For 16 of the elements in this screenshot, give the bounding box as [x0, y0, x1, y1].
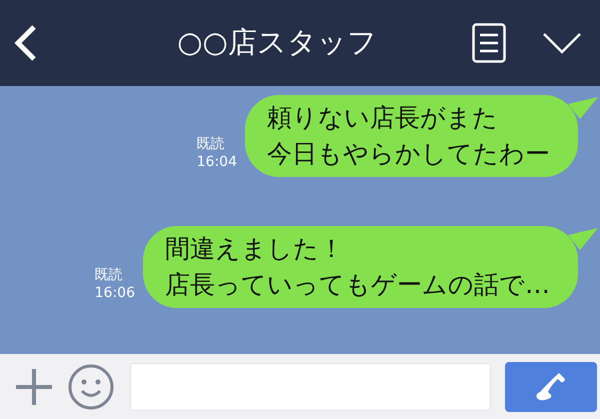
chat-title: ○○店スタッフ	[176, 24, 378, 61]
call-button[interactable]	[505, 362, 597, 412]
message-text: 今日もやらかしてたわー	[267, 138, 550, 170]
plus-icon[interactable]	[14, 366, 54, 406]
message-time: 16:04	[196, 153, 237, 171]
smiley-icon[interactable]	[68, 364, 114, 410]
back-icon[interactable]	[14, 24, 38, 62]
read-receipt: 既読	[94, 266, 123, 284]
message-text: 店長っていってもゲームの話で…	[165, 269, 550, 301]
message-input-field[interactable]	[130, 362, 491, 410]
menu-icon[interactable]	[472, 23, 506, 63]
message-time: 16:06	[94, 284, 135, 302]
read-receipt: 既読	[196, 135, 225, 153]
message-text: 頼りない店長がまた	[267, 102, 498, 134]
message-text: 間違えました！	[165, 233, 344, 265]
chevron-down-icon[interactable]	[542, 32, 582, 54]
